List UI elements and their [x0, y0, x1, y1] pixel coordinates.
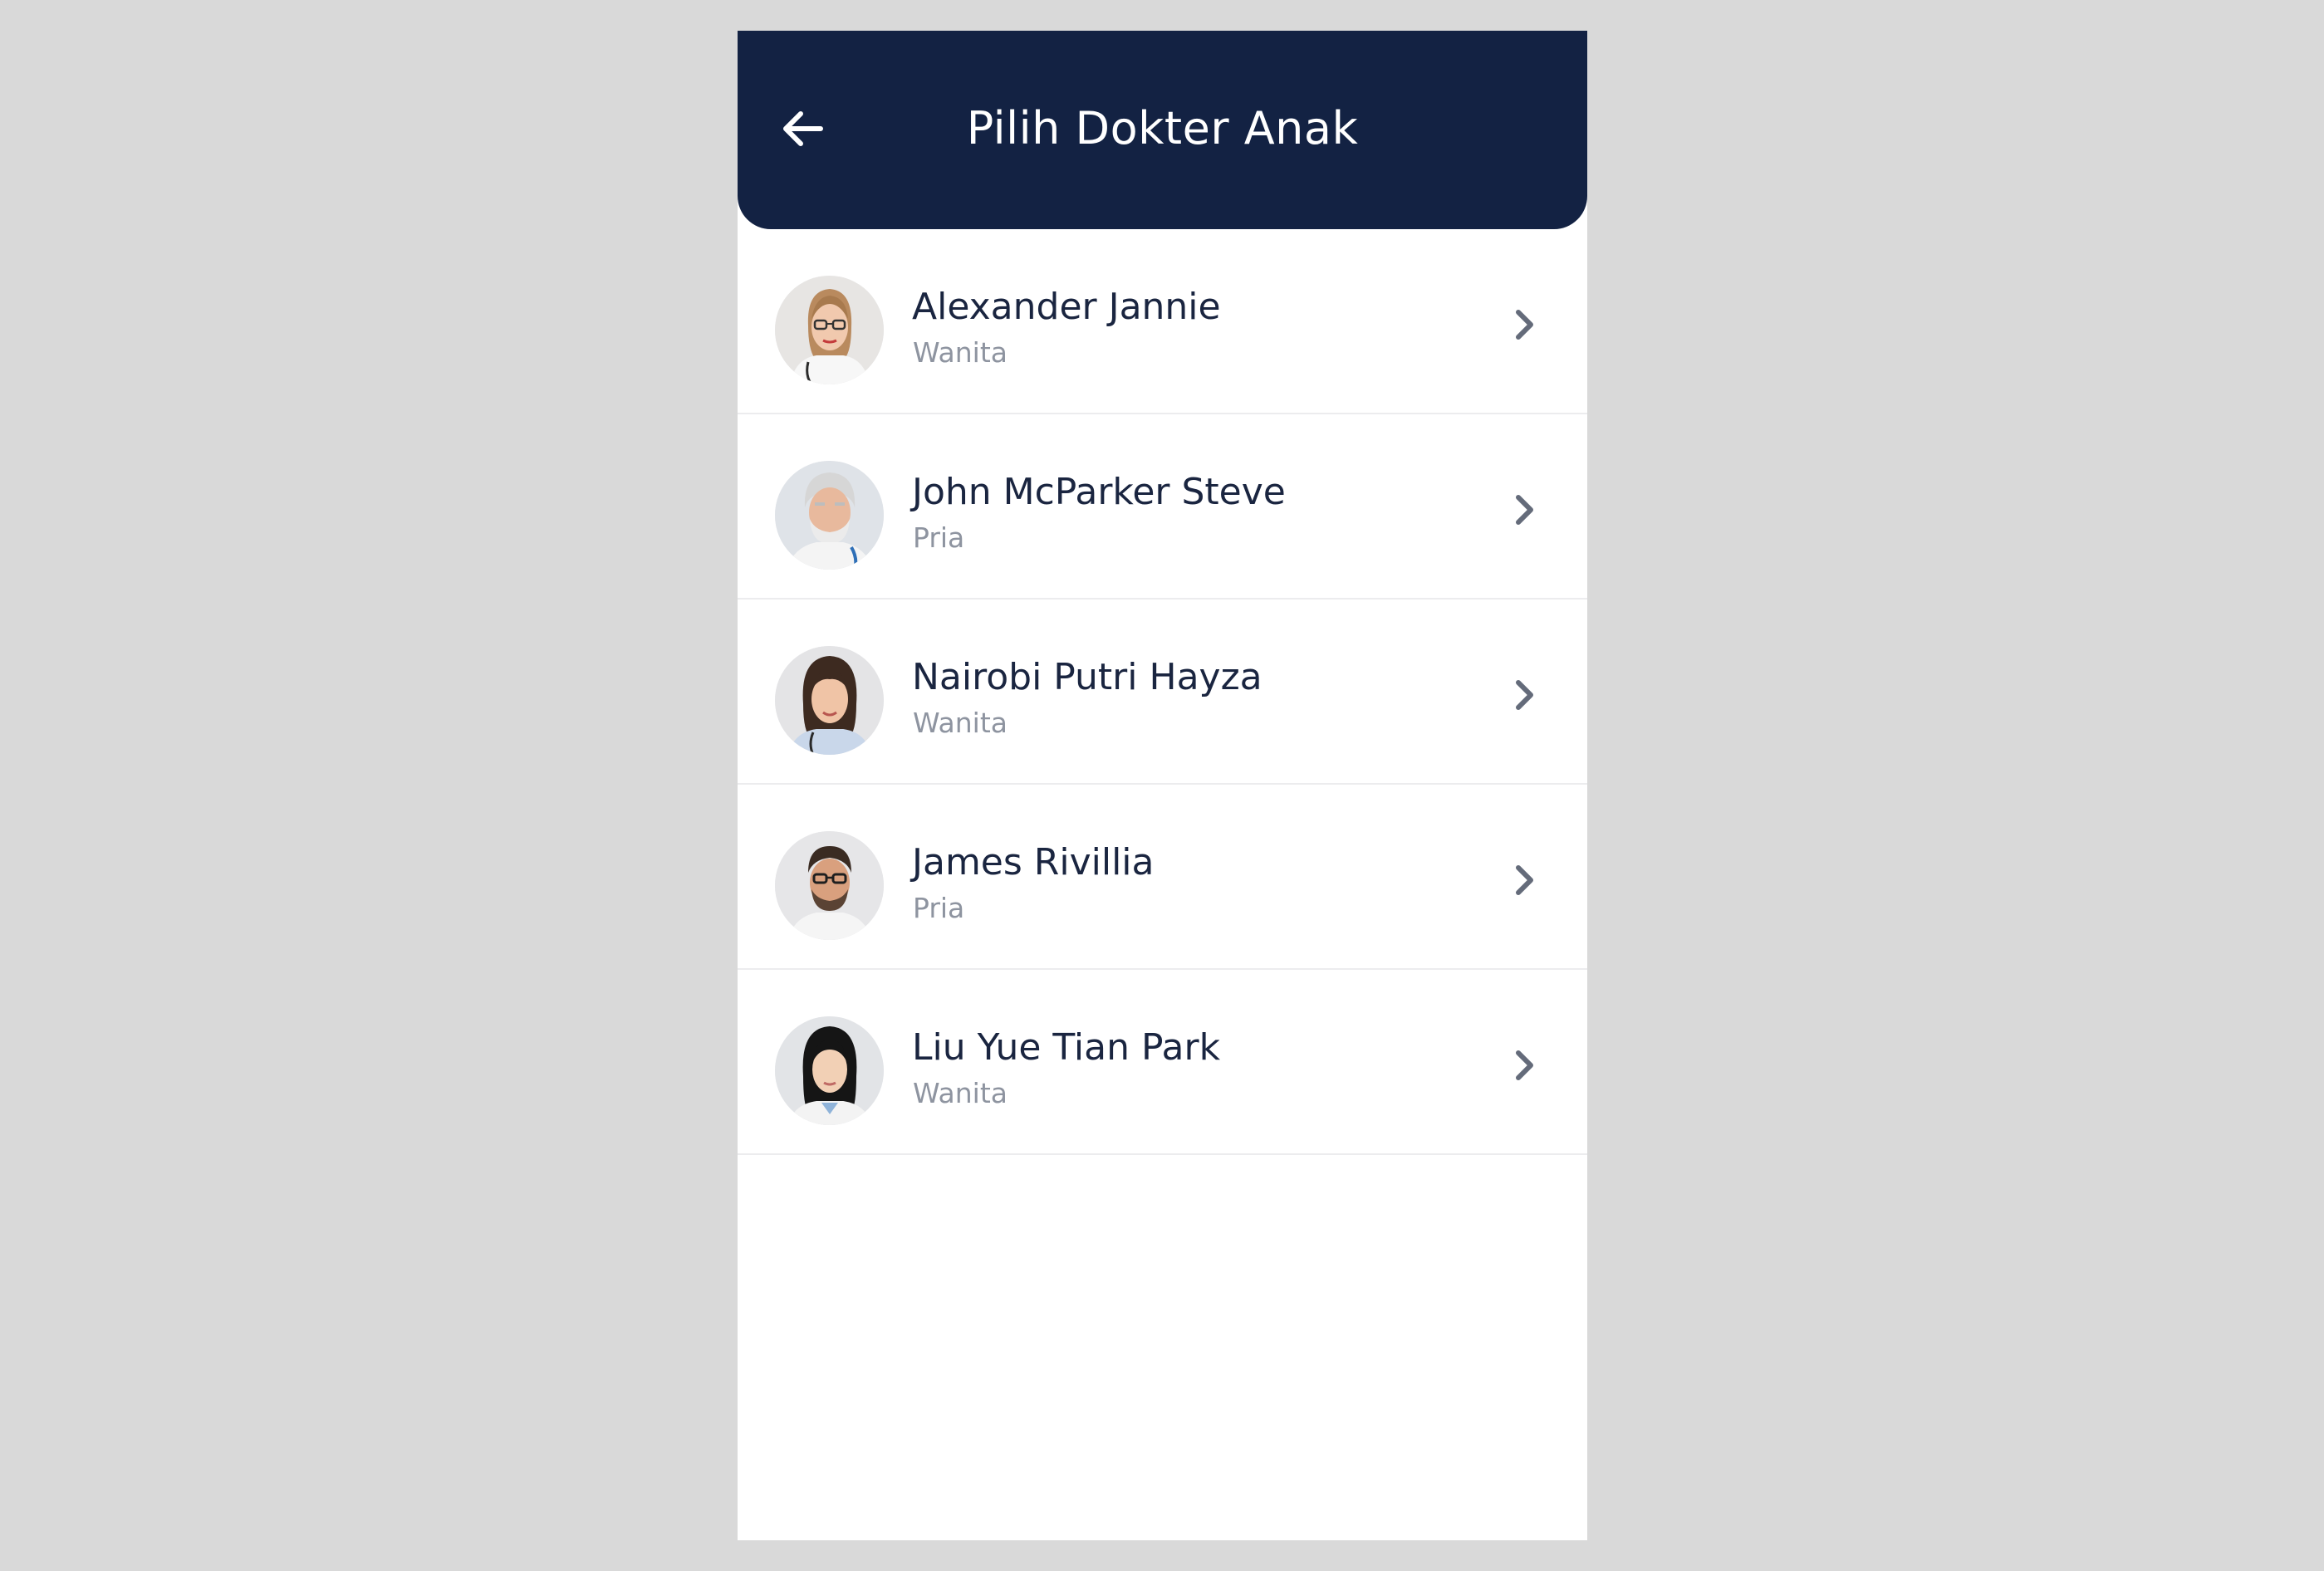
- doctor-gender: Wanita: [913, 707, 1008, 739]
- doctor-name: Nairobi Putri Hayza: [912, 656, 1263, 698]
- doctor-avatar: [775, 646, 884, 755]
- doctor-avatar: [775, 831, 884, 940]
- doctor-photo-icon: [775, 831, 884, 940]
- doctor-photo-icon: [775, 646, 884, 755]
- chevron-right-icon: [1516, 865, 1533, 895]
- doctor-list-item[interactable]: John McParker Steve Pria: [738, 414, 1587, 600]
- doctor-list-item[interactable]: James Rivillia Pria: [738, 785, 1587, 970]
- doctor-avatar: [775, 1016, 884, 1125]
- chevron-right-icon: [1516, 495, 1533, 525]
- doctor-photo-icon: [775, 276, 884, 384]
- app-header: Pilih Dokter Anak: [738, 31, 1587, 229]
- doctor-gender: Pria: [913, 521, 965, 554]
- doctor-list: Alexander Jannie Wanita John McParker St…: [738, 229, 1587, 1155]
- chevron-right-icon: [1516, 1050, 1533, 1080]
- page-title: Pilih Dokter Anak: [966, 102, 1359, 154]
- app-screen: Pilih Dokter Anak Alexander Jannie Wanit…: [738, 31, 1587, 1540]
- doctor-name: Alexander Jannie: [912, 286, 1221, 328]
- doctor-gender: Wanita: [913, 1077, 1008, 1109]
- doctor-list-item[interactable]: Alexander Jannie Wanita: [738, 229, 1587, 414]
- doctor-gender: Pria: [913, 892, 965, 924]
- doctor-name: Liu Yue Tian Park: [912, 1026, 1221, 1069]
- chevron-right-icon: [1516, 310, 1533, 340]
- doctor-photo-icon: [775, 461, 884, 570]
- doctor-gender: Wanita: [913, 336, 1008, 369]
- doctor-photo-icon: [775, 1016, 884, 1125]
- chevron-right-icon: [1516, 680, 1533, 710]
- doctor-list-item[interactable]: Nairobi Putri Hayza Wanita: [738, 600, 1587, 785]
- doctor-name: John McParker Steve: [912, 471, 1286, 513]
- doctor-list-item[interactable]: Liu Yue Tian Park Wanita: [738, 970, 1587, 1155]
- doctor-avatar: [775, 276, 884, 384]
- doctor-name: James Rivillia: [912, 841, 1155, 883]
- doctor-avatar: [775, 461, 884, 570]
